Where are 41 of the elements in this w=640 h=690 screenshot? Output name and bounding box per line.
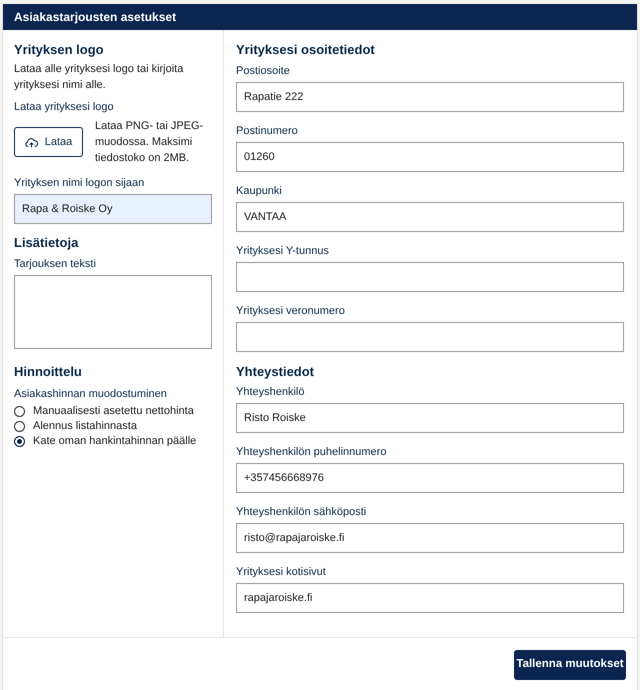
radio-button[interactable] [14, 406, 25, 417]
field-label: Yhteyshenkilö [236, 385, 306, 399]
input-field[interactable]: +357456668976 [236, 463, 624, 493]
field-label: Yhteyshenkilön puhelinnumero [236, 445, 388, 459]
field-label: Kaupunki [236, 184, 283, 198]
section-heading: Lisätietoja [14, 235, 80, 251]
input-field[interactable] [236, 322, 624, 352]
section-heading: Yrityksen logo [14, 42, 105, 58]
field-label: Yrityksesi Y-tunnus [236, 244, 330, 258]
field-label: Yrityksesi kotisivut [236, 565, 327, 579]
input-field[interactable] [236, 262, 624, 292]
input-field[interactable]: risto@rapajaroiske.fi [236, 523, 624, 553]
field-label: Postinumero [236, 124, 299, 138]
field-label: Yhteyshenkilön sähköposti [236, 505, 368, 519]
panel-title: Asiakastarjousten asetukset [14, 10, 176, 24]
input-field[interactable]: VANTAA [236, 202, 624, 232]
field-label: Yrityksen nimi logon sijaan [14, 176, 146, 190]
field-label: Asiakashinnan muodostuminen [14, 387, 168, 401]
cloud-upload-icon [24, 136, 38, 148]
text-area-field[interactable] [14, 275, 212, 349]
input-field[interactable]: 01260 [236, 142, 624, 172]
upload-button[interactable]: Lataa [14, 127, 83, 157]
section-heading: Hinnoittelu [14, 364, 83, 380]
input-field[interactable]: Risto Roiske [236, 403, 624, 433]
field-label: Lataa yrityksesi logo [14, 100, 115, 114]
input-field[interactable]: Rapatie 222 [236, 82, 624, 112]
save-button[interactable]: Tallenna muutokset [514, 650, 626, 680]
option-label[interactable]: Manuaalisesti asetettu nettohinta [33, 404, 194, 419]
upload-hint-text: Lataa PNG- tai JPEG-muodossa. Maksimi tiedostoko on 2MB. [95, 119, 204, 166]
section-heading: Yrityksesi osoitetiedot [236, 42, 376, 58]
radio-button[interactable] [14, 436, 25, 447]
option-label[interactable]: Alennus listahinnasta [33, 419, 137, 434]
field-label: Tarjouksen teksti [14, 257, 97, 271]
radio-button[interactable] [14, 421, 25, 432]
option-label[interactable]: Kate oman hankintahinnan päälle [33, 434, 196, 449]
input-field[interactable]: Rapa & Roiske Oy [14, 194, 212, 224]
field-label: Postiosoite [236, 64, 291, 78]
field-label: Yrityksesi veronumero [236, 304, 346, 318]
input-field[interactable]: rapajaroiske.fi [236, 583, 624, 613]
section-heading: Yhteystiedot [236, 364, 316, 380]
description-text: Lataa alle yrityksesi logo tai kirjoita yrityksesi nimi alle. [14, 62, 184, 93]
